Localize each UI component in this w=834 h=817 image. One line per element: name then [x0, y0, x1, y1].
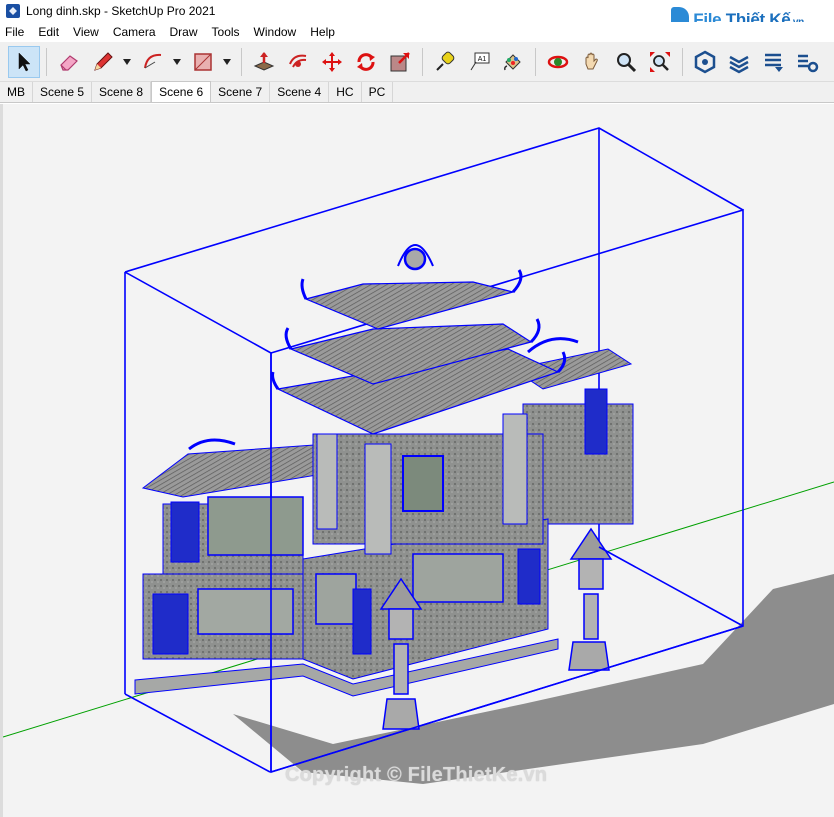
arc-dropdown[interactable] — [171, 46, 183, 78]
select-icon — [18, 51, 31, 71]
chevron-down-icon — [123, 58, 131, 65]
main-toolbar: A1 — [0, 42, 834, 82]
menu-file[interactable]: File — [0, 25, 31, 39]
scene-tab-mb[interactable]: MB — [0, 82, 33, 102]
scene-tab-scene-8[interactable]: Scene 8 — [92, 82, 152, 102]
zoom-tool-button[interactable] — [610, 46, 642, 78]
pencil-dropdown[interactable] — [121, 46, 133, 78]
menu-draw[interactable]: Draw — [163, 25, 205, 39]
extension-manager-icon — [798, 54, 819, 72]
menu-view[interactable]: View — [66, 25, 106, 39]
select-tool-button[interactable] — [8, 45, 40, 78]
eraser-tool-button[interactable] — [53, 46, 85, 78]
toolbar-separator — [535, 47, 536, 76]
rectangle-icon — [194, 52, 212, 71]
eraser-icon — [60, 54, 78, 71]
menu-window[interactable]: Window — [247, 25, 304, 39]
paint-bucket-icon — [504, 53, 521, 70]
orbit-tool-button[interactable] — [542, 46, 574, 78]
text-label-icon: A1 — [470, 52, 490, 70]
move-icon — [322, 51, 342, 72]
arc-icon — [144, 53, 162, 68]
pencil-tool-button[interactable] — [87, 46, 119, 78]
layout-icon — [765, 53, 783, 72]
toolbar-separator — [46, 47, 47, 76]
toolbar-separator — [422, 47, 423, 76]
left-wing — [141, 438, 329, 585]
push-pull-icon — [253, 51, 275, 71]
menu-help[interactable]: Help — [303, 25, 342, 39]
scene-tab-scene-6[interactable]: Scene 6 — [151, 81, 212, 102]
pan-tool-button[interactable] — [576, 46, 608, 78]
menu-edit[interactable]: Edit — [31, 25, 66, 39]
menu-tools[interactable]: Tools — [205, 25, 247, 39]
arc-tool-button[interactable] — [137, 46, 169, 78]
zoom-icon — [617, 52, 637, 72]
rectangle-tool-button[interactable] — [187, 46, 219, 78]
model-scene — [3, 127, 834, 784]
tape-measure-icon — [436, 51, 455, 71]
chevron-down-icon — [223, 58, 231, 65]
toolbar-separator — [682, 47, 683, 76]
title-bar: Long dinh.skp - SketchUp Pro 2021 File T… — [0, 0, 834, 33]
scene-tabs: MB Scene 5 Scene 8 Scene 6 Scene 7 Scene… — [0, 81, 834, 103]
window-title: Long dinh.skp - SketchUp Pro 2021 — [26, 4, 216, 18]
menu-camera[interactable]: Camera — [106, 25, 163, 39]
pencil-icon — [94, 51, 113, 71]
menu-bar: File Edit View Camera Draw Tools Window … — [0, 22, 834, 42]
rotate-icon — [357, 52, 375, 71]
copyright-watermark: Copyright © FileThietKe.vn — [285, 764, 548, 786]
rectangle-dropdown[interactable] — [221, 46, 233, 78]
layout-button[interactable] — [757, 46, 789, 78]
offset-tool-button[interactable] — [282, 46, 314, 78]
paint-bucket-tool-button[interactable] — [497, 46, 529, 78]
3d-warehouse-button[interactable] — [689, 46, 721, 78]
extension-manager-button[interactable] — [791, 46, 823, 78]
zoom-extents-icon — [650, 51, 670, 72]
scene-tab-pc[interactable]: PC — [361, 82, 394, 102]
scale-tool-button[interactable] — [384, 46, 416, 78]
model-viewport[interactable]: Copyright © FileThietKe.vn — [0, 104, 834, 817]
move-tool-button[interactable] — [316, 46, 348, 78]
text-tool-button[interactable]: A1 — [463, 46, 495, 78]
sketchup-app-icon — [6, 4, 20, 18]
chevron-down-icon — [173, 58, 181, 65]
offset-icon — [289, 54, 307, 67]
zoom-extents-tool-button[interactable] — [644, 46, 676, 78]
scene-tab-hc[interactable]: HC — [329, 82, 362, 102]
orbit-icon — [547, 55, 569, 68]
rotate-tool-button[interactable] — [350, 46, 382, 78]
scale-icon — [390, 51, 410, 71]
pan-icon — [585, 52, 598, 69]
scene-tab-scene-4[interactable]: Scene 4 — [270, 82, 330, 102]
toolbar-separator — [241, 47, 242, 76]
warehouse-icon — [694, 50, 716, 73]
scene-tab-scene-5[interactable]: Scene 5 — [33, 82, 93, 102]
push-pull-tool-button[interactable] — [248, 46, 280, 78]
tape-measure-tool-button[interactable] — [429, 46, 461, 78]
extension-warehouse-button[interactable] — [723, 46, 755, 78]
scene-tab-scene-7[interactable]: Scene 7 — [211, 82, 271, 102]
central-shrine — [312, 413, 544, 555]
extension-warehouse-icon — [729, 55, 749, 73]
svg-text:A1: A1 — [478, 56, 487, 63]
